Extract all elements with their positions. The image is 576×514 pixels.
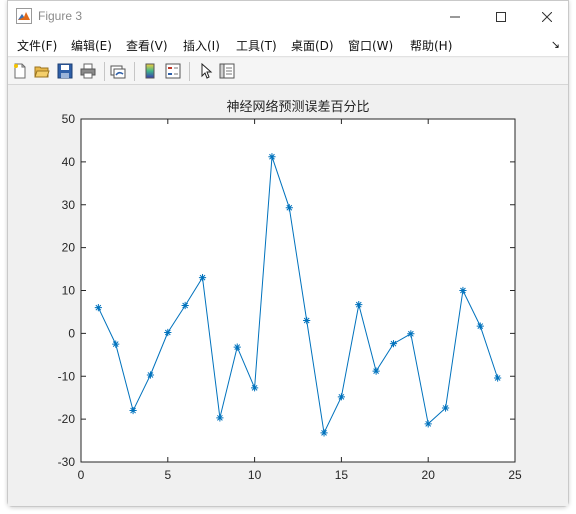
menu-help[interactable]: 帮助(H) bbox=[410, 37, 452, 54]
new-figure-button[interactable] bbox=[11, 62, 29, 80]
save-button[interactable] bbox=[56, 62, 74, 80]
menu-tools[interactable]: 工具(T) bbox=[236, 37, 277, 54]
maximize-icon bbox=[496, 11, 506, 22]
print-button[interactable] bbox=[79, 62, 97, 80]
edit-plot-arrow-icon bbox=[201, 63, 213, 79]
minimize-icon bbox=[450, 16, 460, 17]
y-tick-label: -10 bbox=[58, 369, 76, 383]
menu-window[interactable]: 窗口(W) bbox=[348, 37, 393, 54]
toolbar-separator bbox=[104, 62, 105, 81]
data-point-marker bbox=[389, 340, 398, 348]
toolbar-separator bbox=[189, 62, 190, 81]
data-point-marker bbox=[164, 328, 172, 337]
chart-title: 神经网络预测误差百分比 bbox=[226, 99, 369, 115]
insert-legend-icon bbox=[165, 63, 181, 79]
data-point-marker bbox=[268, 153, 276, 161]
open-file-button[interactable] bbox=[33, 62, 51, 80]
y-tick-label: -20 bbox=[58, 412, 76, 426]
save-icon bbox=[57, 63, 73, 79]
x-tick-label: 10 bbox=[248, 468, 262, 482]
figure-window: Figure 3 文件(F) 编辑(E) 查看(V) 插入(I) 工具(T) 桌… bbox=[7, 0, 569, 507]
data-point-marker bbox=[198, 274, 207, 282]
open-file-icon bbox=[34, 66, 50, 78]
y-tick-label: 40 bbox=[62, 155, 76, 169]
axes-box[interactable] bbox=[80, 118, 516, 463]
data-point-marker bbox=[251, 384, 259, 392]
data-point-marker bbox=[129, 406, 137, 415]
x-tick-label: 15 bbox=[335, 468, 349, 482]
matlab-logo-icon bbox=[16, 8, 32, 24]
data-point-marker bbox=[181, 301, 189, 310]
insert-colorbar-button[interactable] bbox=[141, 62, 159, 80]
minimize-button[interactable] bbox=[432, 1, 478, 32]
menu-file[interactable]: 文件(F) bbox=[17, 37, 57, 54]
title-bar[interactable]: Figure 3 bbox=[8, 1, 568, 32]
figure-toolbar bbox=[8, 58, 568, 85]
y-tick-label: -30 bbox=[58, 455, 76, 469]
data-point-marker bbox=[233, 343, 241, 351]
dock-arrow-icon[interactable]: ↘ bbox=[551, 38, 560, 51]
data-point-marker bbox=[407, 330, 415, 338]
x-tick-label: 25 bbox=[508, 468, 522, 482]
link-plot-icon bbox=[110, 65, 126, 79]
print-icon bbox=[80, 63, 96, 79]
insert-colorbar-icon bbox=[145, 63, 155, 79]
menu-desktop[interactable]: 桌面(D) bbox=[291, 37, 334, 54]
menu-view[interactable]: 查看(V) bbox=[126, 37, 168, 54]
link-plot-button[interactable] bbox=[109, 62, 127, 80]
property-inspector-icon bbox=[219, 63, 235, 79]
insert-legend-button[interactable] bbox=[164, 62, 182, 80]
y-tick-label: 10 bbox=[62, 284, 76, 298]
toolbar-separator bbox=[134, 62, 135, 81]
x-tick-label: 20 bbox=[422, 468, 436, 482]
y-tick-label: 20 bbox=[62, 241, 76, 255]
data-point-marker bbox=[94, 304, 102, 312]
property-inspector-button[interactable] bbox=[218, 62, 236, 80]
y-tick-label: 30 bbox=[62, 198, 76, 212]
new-figure-icon bbox=[14, 63, 26, 79]
maximize-button[interactable] bbox=[478, 1, 524, 32]
window-title: Figure 3 bbox=[38, 9, 83, 23]
close-button[interactable] bbox=[524, 1, 570, 32]
figure-canvas: 神经网络预测误差百分比 0 5 10 15 20 25 -30 -20 -10 0 10 20 30 40 5… bbox=[8, 86, 568, 506]
menu-insert[interactable]: 插入(I) bbox=[183, 37, 220, 54]
data-point-marker bbox=[320, 429, 328, 437]
x-tick-label: 0 bbox=[78, 468, 85, 482]
line-chart[interactable]: 神经网络预测误差百分比 0 5 10 15 20 25 -30 -20 -10 0 10 20 30 40 5… bbox=[8, 86, 568, 506]
menu-edit[interactable]: 编辑(E) bbox=[71, 37, 112, 54]
data-point-marker bbox=[337, 393, 345, 401]
x-tick-label: 5 bbox=[164, 468, 171, 482]
y-tick-label: 50 bbox=[62, 112, 76, 126]
menu-bar: 文件(F) 编辑(E) 查看(V) 插入(I) 工具(T) 桌面(D) 窗口(W… bbox=[8, 32, 568, 57]
close-icon bbox=[542, 11, 552, 22]
data-point-marker bbox=[494, 374, 502, 382]
y-tick-label: 0 bbox=[68, 326, 75, 340]
edit-plot-button[interactable] bbox=[197, 62, 215, 80]
